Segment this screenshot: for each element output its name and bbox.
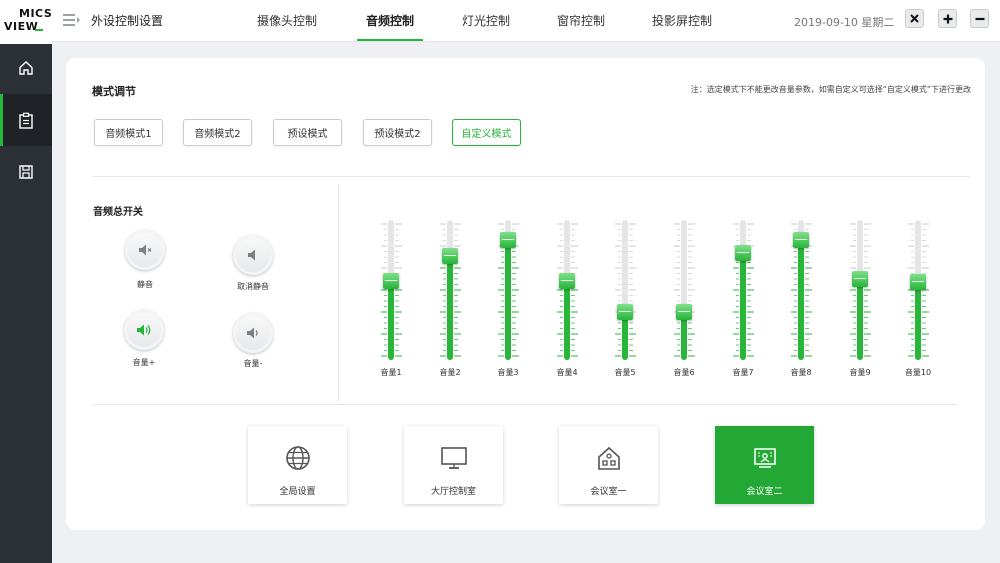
active-tab-indicator [357, 39, 423, 41]
slider-label: 音量4 [556, 368, 578, 377]
room-label: 会议室一 [590, 487, 627, 497]
slider-fill [857, 283, 863, 360]
volume-slider-8[interactable] [786, 218, 816, 363]
slider-handle[interactable] [852, 271, 868, 288]
zoom-in-button[interactable] [938, 9, 957, 28]
mode-section-title: 模式调节 [92, 85, 136, 98]
slider-label: 音量3 [497, 368, 519, 377]
sidebar-item-save[interactable] [0, 146, 52, 198]
slider-label: 音量1 [380, 368, 402, 377]
slider-label: 音量8 [790, 368, 812, 377]
globe-icon [285, 446, 310, 470]
slider-label: 音量7 [732, 368, 754, 377]
unmute-button[interactable] [233, 235, 273, 275]
slider-label: 音量6 [673, 368, 695, 377]
volume-slider-1[interactable] [376, 218, 406, 363]
room-label: 会议室二 [746, 487, 783, 497]
volume-slider-7[interactable] [728, 218, 758, 363]
sidebar-item-clipboard[interactable] [0, 94, 52, 146]
room-meeting-2[interactable]: 会议室二 [715, 426, 814, 504]
main-card: 模式调节 注：选定模式下不能更改音量参数，如需自定义可选择“自定义模式”下进行更… [66, 58, 985, 530]
slider-fill [798, 244, 804, 360]
plus-icon [943, 14, 952, 23]
volume-up-button[interactable] [124, 310, 164, 350]
slider-fill [915, 286, 921, 360]
slider-fill [388, 284, 394, 360]
slider-fill [740, 256, 746, 360]
slider-label: 音量10 [904, 368, 932, 377]
slider-handle[interactable] [793, 232, 809, 249]
mute-icon [139, 244, 152, 256]
unmute-label: 取消静音 [237, 282, 269, 291]
close-button[interactable] [905, 9, 924, 28]
volume-slider-5[interactable] [610, 218, 640, 363]
volume-up-icon [137, 324, 151, 336]
slider-handle[interactable] [910, 274, 926, 291]
tab-lighting[interactable]: 灯光控制 [462, 12, 510, 29]
mode-button-preset[interactable]: 预设模式 [273, 119, 342, 146]
minus-icon [975, 17, 984, 20]
slider-fill [447, 259, 453, 360]
header: 外设控制设置 摄像头控制 音频控制 灯光控制 窗帘控制 投影屏控制 2019-0… [52, 0, 1000, 42]
room-meeting-1[interactable]: 会议室一 [559, 426, 658, 504]
room-label: 全局设置 [279, 487, 316, 497]
slider-handle[interactable] [383, 272, 399, 289]
sidebar: MICS VIEW [0, 0, 52, 563]
slider-handle[interactable] [676, 303, 692, 320]
monitor-icon [440, 447, 467, 469]
tab-audio[interactable]: 音频控制 [366, 12, 414, 29]
slider-handle[interactable] [500, 232, 516, 249]
volume-slider-9[interactable] [845, 218, 875, 363]
slider-label: 音量9 [849, 368, 871, 377]
volume-down-button[interactable] [233, 313, 273, 353]
save-icon [19, 165, 33, 179]
slider-handle[interactable] [735, 244, 751, 261]
menu-icon[interactable] [63, 14, 81, 26]
mode-button-audio2[interactable]: 音频模式2 [183, 119, 252, 146]
volume-slider-3[interactable] [493, 218, 523, 363]
date-display: 2019-09-10 星期二 [794, 16, 895, 29]
mode-button-custom[interactable]: 自定义模式 [452, 119, 521, 146]
volume-up-label: 音量+ [132, 358, 156, 367]
mute-button[interactable] [125, 230, 165, 270]
room-label: 大厅控制室 [430, 487, 476, 497]
tab-projector[interactable]: 投影屏控制 [652, 12, 712, 29]
audio-section-title: 音频总开关 [93, 207, 143, 218]
slider-fill [505, 244, 511, 360]
home-icon [19, 61, 33, 75]
mode-note: 注：选定模式下不能更改音量参数，如需自定义可选择“自定义模式”下进行更改 [690, 85, 971, 94]
close-icon [910, 14, 919, 23]
slider-fill [622, 315, 628, 360]
slider-handle[interactable] [617, 303, 633, 320]
mute-label: 静音 [137, 280, 153, 289]
volume-slider-6[interactable] [669, 218, 699, 363]
page-title: 外设控制设置 [91, 14, 164, 28]
volume-down-icon [247, 327, 258, 339]
room-hall-control[interactable]: 大厅控制室 [404, 426, 503, 504]
slider-handle[interactable] [559, 272, 575, 289]
minimize-button[interactable] [970, 9, 989, 28]
slider-label: 音量5 [614, 368, 636, 377]
volume-down-label: 音量- [243, 359, 263, 368]
speaker-icon [248, 249, 255, 261]
conference-icon [753, 448, 776, 468]
volume-slider-2[interactable] [435, 218, 465, 363]
slider-fill [681, 315, 687, 360]
clipboard-icon [19, 112, 33, 129]
logo: MICS VIEW [0, 0, 52, 44]
sidebar-item-home[interactable] [0, 42, 52, 94]
slider-label: 音量2 [439, 368, 461, 377]
room-global-settings[interactable]: 全局设置 [248, 426, 347, 504]
volume-slider-10[interactable] [903, 218, 933, 363]
volume-slider-4[interactable] [552, 218, 582, 363]
tab-camera[interactable]: 摄像头控制 [257, 12, 317, 29]
slider-fill [564, 284, 570, 360]
tab-curtain[interactable]: 窗帘控制 [557, 12, 605, 29]
house-icon [597, 446, 620, 470]
mode-button-audio1[interactable]: 音频模式1 [94, 119, 163, 146]
mode-button-preset2[interactable]: 预设模式2 [363, 119, 432, 146]
slider-handle[interactable] [442, 247, 458, 264]
